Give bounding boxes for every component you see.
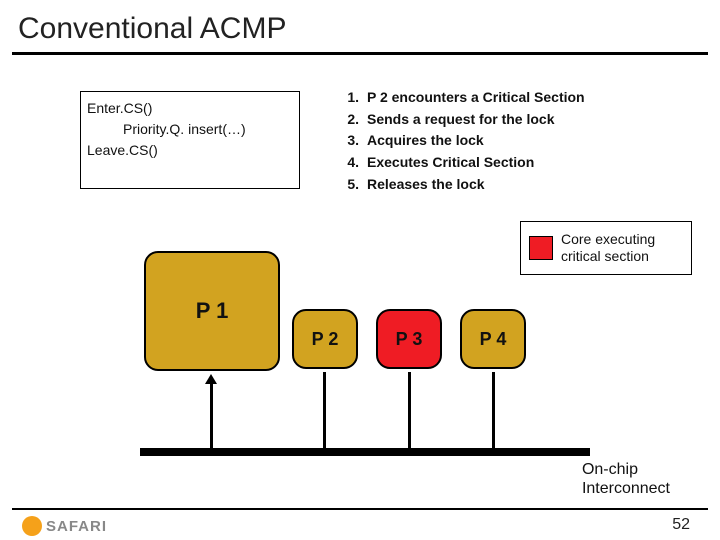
step-text: P 2 encounters a Critical Section [367,87,585,109]
step-3: 3. Acquires the lock [345,130,585,152]
step-2: 2. Sends a request for the lock [345,109,585,131]
interconnect-label: On-chip Interconnect [582,460,670,498]
step-number: 3. [345,130,367,152]
step-text: Releases the lock [367,174,485,196]
code-line-3: Leave.CS() [87,140,293,161]
step-number: 5. [345,174,367,196]
processor-p1: P 1 [144,251,280,371]
logo-text: SAFARI [46,518,107,535]
step-text: Sends a request for the lock [367,109,555,131]
sun-icon [22,516,42,536]
safari-logo: SAFARI [22,516,107,536]
code-line-1: Enter.CS() [87,98,293,119]
slide-title: Conventional ACMP [0,0,720,52]
code-line-2: Priority.Q. insert(…) [87,119,293,140]
slide-content: Enter.CS() Priority.Q. insert(…) Leave.C… [0,55,720,540]
arrow-up-icon [205,374,217,384]
bus-stem [210,380,213,452]
processor-diagram: P 1 P 2 P 3 P 4 [60,215,620,460]
step-5: 5. Releases the lock [345,174,585,196]
bus-stem [408,372,411,452]
processor-p4: P 4 [460,309,526,369]
processor-p2: P 2 [292,309,358,369]
processor-p3: P 3 [376,309,442,369]
interconnect-bus [140,448,590,456]
steps-list: 1. P 2 encounters a Critical Section 2. … [345,87,585,195]
step-number: 2. [345,109,367,131]
step-text: Executes Critical Section [367,152,534,174]
step-number: 1. [345,87,367,109]
step-number: 4. [345,152,367,174]
footer-divider [12,508,708,510]
code-box: Enter.CS() Priority.Q. insert(…) Leave.C… [80,91,300,189]
step-1: 1. P 2 encounters a Critical Section [345,87,585,109]
page-number: 52 [672,516,690,534]
bus-stem [323,372,326,452]
interconnect-line2: Interconnect [582,479,670,498]
bus-stem [492,372,495,452]
step-text: Acquires the lock [367,130,484,152]
interconnect-line1: On-chip [582,460,670,479]
step-4: 4. Executes Critical Section [345,152,585,174]
